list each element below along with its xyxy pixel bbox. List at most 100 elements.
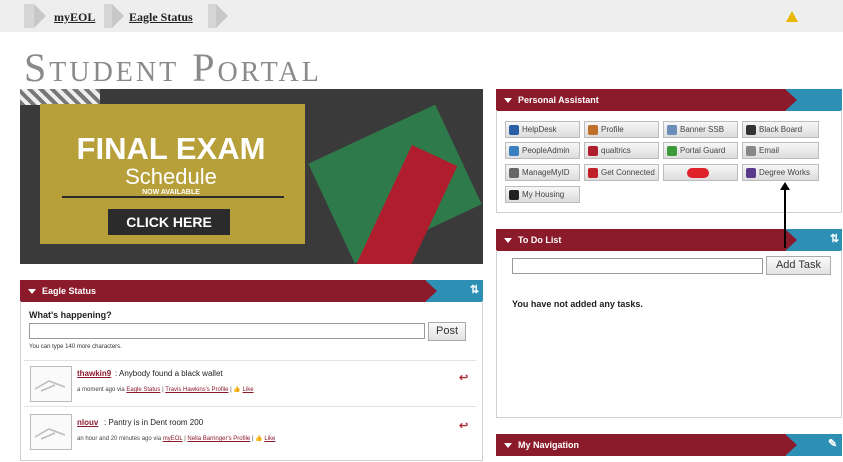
final-exam-banner[interactable]: FINAL EXAM Schedule NOW AVAILABLE CLICK … [20,89,483,264]
avatar[interactable] [30,366,72,402]
page-title: Student Portal [24,45,322,90]
todo-task-input[interactable] [512,258,763,274]
graduation-icon [746,167,756,178]
collapse-triangle-icon[interactable] [504,442,512,448]
pa-button-degree-works[interactable]: Degree Works [742,164,819,181]
pa-button-label: ManageMyID [522,168,570,177]
divider [24,406,476,407]
click-here-button[interactable]: CLICK HERE [108,209,230,235]
breadcrumb-bar: myEOL Eagle Status [0,0,843,32]
pa-button-banner-ssb[interactable]: Banner SSB [663,121,738,138]
like-link[interactable]: Like [243,387,254,393]
todo-header[interactable]: To Do List [496,229,786,251]
pa-button-label: Banner SSB [680,125,725,134]
pa-button-label: Profile [601,125,624,134]
pa-button-readiness[interactable] [663,164,738,181]
todo-panel [496,250,842,418]
personal-assistant-title: Personal Assistant [518,95,599,105]
post-via-link[interactable]: myEOL [163,436,183,442]
character-count-hint: You can type 140 more characters. [29,344,122,350]
breadcrumb-separator [112,4,124,28]
divider [24,360,476,361]
reply-icon[interactable]: ↩ [459,419,468,432]
post-text: : Pantry is in Dent room 200 [104,418,204,427]
warning-icon[interactable] [786,11,798,22]
pa-button-my-housing[interactable]: My Housing [505,186,580,203]
post-via-link[interactable]: Eagle Status [126,387,160,393]
pa-button-label: PeopleAdmin [522,146,570,155]
add-task-button[interactable]: Add Task [766,256,831,275]
readiness-icon [687,167,709,178]
people-icon [509,145,519,156]
qualtrics-icon [588,145,598,156]
like-link[interactable]: Like [264,436,275,442]
pa-button-portal-guard[interactable]: Portal Guard [663,142,738,159]
collapse-triangle-icon[interactable] [28,288,36,294]
blackboard-icon [746,124,756,135]
post-meta: an hour and 20 minutes ago via myEOL | N… [77,435,275,442]
collapse-triangle-icon[interactable] [504,97,512,103]
pa-button-label: My Housing [522,190,565,199]
eagle-status-title: Eagle Status [42,286,97,296]
calendar-icon [509,167,519,178]
pa-button-email[interactable]: Email [742,142,819,159]
meta-separator: | [162,387,164,393]
my-navigation-title: My Navigation [518,440,580,450]
post-username[interactable]: nlouv [77,418,98,427]
personal-assistant-tab [785,89,842,111]
breadcrumb-eagle-status[interactable]: Eagle Status [129,10,193,25]
edit-pencil-icon[interactable]: ✎ [828,437,837,450]
post-meta: a moment ago via Eagle Status | Travis H… [77,386,254,393]
post-time: a moment ago via [77,387,125,393]
connect-icon [588,167,598,178]
pa-button-label: qualtrics [601,146,631,155]
annotation-arrow [784,186,786,248]
thumbs-up-icon[interactable]: 👍 [233,387,240,393]
post-profile-link[interactable]: Travis Hawkins's Profile [165,387,228,393]
eagle-status-tab: ⇅ [425,280,483,302]
collapse-triangle-icon[interactable] [504,237,512,243]
pa-button-helpdesk[interactable]: HelpDesk [505,121,580,138]
breadcrumb-block [208,4,216,28]
my-navigation-header[interactable]: My Navigation [496,434,786,456]
meta-separator: | [184,436,186,442]
meta-separator: | [251,436,254,442]
thumbs-up-icon[interactable]: 👍 [255,436,262,442]
pa-button-qualtrics[interactable]: qualtrics [584,142,659,159]
breadcrumb-separator [216,4,228,28]
refresh-icon[interactable]: ⇅ [830,232,839,245]
pa-button-profile[interactable]: Profile [584,121,659,138]
post-button[interactable]: Post [428,322,466,341]
status-input[interactable] [29,323,425,339]
pa-button-peopleadmin[interactable]: PeopleAdmin [505,142,580,159]
pa-button-black-board[interactable]: Black Board [742,121,819,138]
breadcrumb-myeol[interactable]: myEOL [54,10,95,25]
envelope-icon [746,145,756,156]
eagle-status-header[interactable]: Eagle Status [20,280,426,302]
post-profile-link[interactable]: Nella Barringer's Profile [187,436,250,442]
users-icon [588,124,598,135]
id-card-icon [667,124,677,135]
personal-assistant-header[interactable]: Personal Assistant [496,89,786,111]
pa-button-label: Degree Works [759,168,810,177]
pa-button-get-connected[interactable]: Get Connected [584,164,659,181]
pa-button-label: Email [759,146,780,155]
pa-button-managemyid[interactable]: ManageMyID [505,164,580,181]
refresh-icon[interactable]: ⇅ [470,283,479,296]
banner-subheading: Schedule [125,164,217,189]
question-icon [509,124,519,135]
post-time: an hour and 20 minutes ago via [77,436,162,442]
breadcrumb-home-block [24,4,34,28]
post-text: : Anybody found a black wallet [115,369,223,378]
reply-icon[interactable]: ↩ [459,371,468,384]
banner-tagline: NOW AVAILABLE [142,189,200,196]
avatar[interactable] [30,414,72,450]
breadcrumb-block [104,4,112,28]
my-navigation-tab: ✎ [785,434,842,456]
todo-tab: ⇅ [785,229,842,251]
banner-pattern [20,89,100,105]
banner-heading: FINAL EXAM [76,131,266,166]
meta-separator: | [230,387,232,393]
annotation-arrow-head [780,182,790,190]
post-username[interactable]: thawkin9 [77,369,111,378]
